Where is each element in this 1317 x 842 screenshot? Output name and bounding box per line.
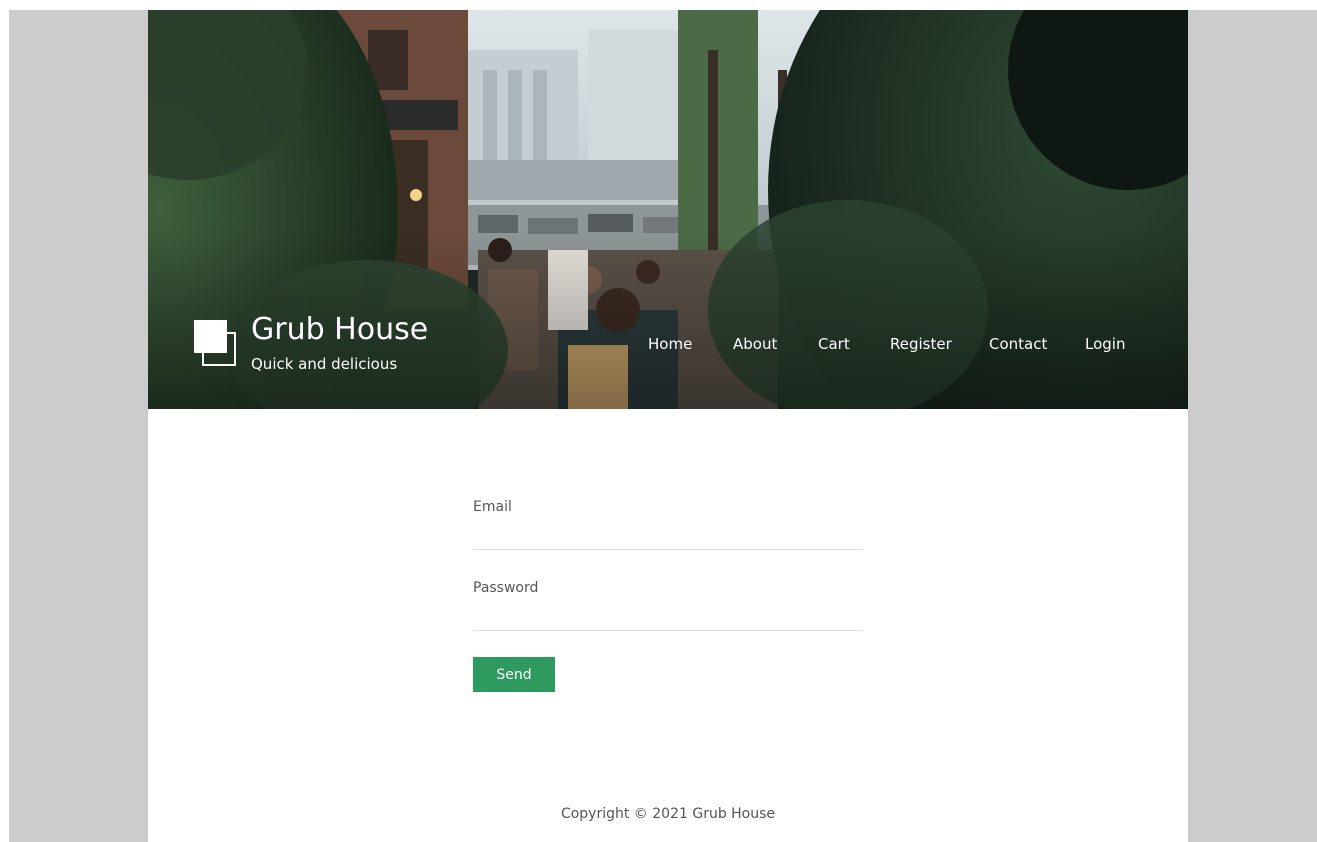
nav-home[interactable]: Home <box>648 334 692 354</box>
nav-about[interactable]: About <box>733 334 777 354</box>
hero-header: Grub House Quick and delicious Home Abou… <box>148 10 1188 409</box>
nav-contact[interactable]: Contact <box>989 334 1047 354</box>
nav-login[interactable]: Login <box>1085 334 1125 354</box>
email-field[interactable] <box>473 523 863 550</box>
main-nav: Home About Cart Register Contact Login <box>148 334 1188 358</box>
password-field[interactable] <box>473 604 863 631</box>
page-container: Grub House Quick and delicious Home Abou… <box>148 10 1188 842</box>
send-button[interactable]: Send <box>473 657 555 692</box>
nav-cart[interactable]: Cart <box>818 334 850 354</box>
footer-copyright: Copyright © 2021 Grub House <box>560 806 776 822</box>
password-label: Password <box>473 580 539 596</box>
email-label: Email <box>473 499 512 515</box>
nav-register[interactable]: Register <box>890 334 952 354</box>
